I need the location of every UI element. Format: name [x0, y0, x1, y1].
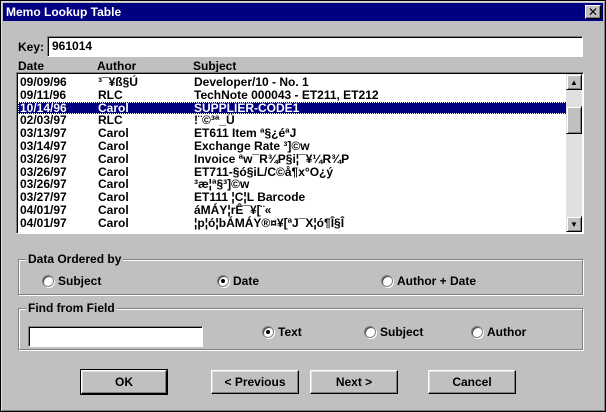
find-input[interactable] [28, 326, 203, 347]
find-radio-text[interactable]: Text [262, 325, 302, 339]
memo-row[interactable]: 09/09/96 ³¯¥ß§Ú Developer/10 - No. 1 [18, 76, 567, 89]
key-input[interactable]: 961014 [47, 36, 583, 57]
arrow-down-icon: ▼ [570, 219, 578, 229]
order-radio-subject[interactable]: Subject [42, 274, 101, 288]
find-radio-author[interactable]: Author [471, 325, 526, 339]
memo-row-subject: ¦p¦ó¦bÁMÁY®¤¥[ªJ¯X¦ó¶Î§Î [194, 215, 345, 230]
find-radio-subject[interactable]: Subject [364, 325, 423, 339]
memo-row-date: 09/09/96 [20, 75, 67, 89]
column-header-subject: Subject [193, 59, 237, 73]
window-title: Memo Lookup Table [6, 5, 122, 19]
title-bar: Memo Lookup Table ✕ [3, 3, 603, 21]
radio-button-icon [381, 275, 393, 287]
next-button[interactable]: Next > [310, 370, 398, 394]
find-radio-author-label: Author [487, 325, 527, 339]
order-radio-author-date-label: Author + Date [397, 274, 477, 288]
memo-row-author: ³¯¥ß§Ú [98, 75, 138, 89]
memo-row-author: Carol [98, 215, 129, 230]
previous-button[interactable]: < Previous [211, 370, 299, 394]
memo-row-subject: áMÁY¦rÊ¯¥[¨« [194, 202, 272, 217]
radio-button-icon [42, 275, 54, 287]
memo-row-author: Carol [98, 202, 129, 217]
radio-button-checked-icon [262, 326, 274, 338]
vertical-scrollbar[interactable]: ▲ ▼ [566, 74, 582, 232]
order-radio-subject-label: Subject [58, 274, 102, 288]
memo-row[interactable]: 04/01/97 Carol ¦p¦ó¦bÁMÁY®¤¥[ªJ¯X¦ó¶Î§Î [18, 215, 567, 230]
order-radio-date-label: Date [233, 274, 260, 288]
memo-listbox[interactable]: 09/09/96 ³¯¥ß§Ú Developer/10 - No. 1 09/11/… [16, 72, 584, 234]
memo-row-date: 04/01/97 [20, 215, 67, 230]
memo-row[interactable]: 03/14/97 Carol Exchange Rate ³]©w [18, 140, 567, 153]
radio-button-checked-icon [217, 275, 229, 287]
find-from-field-title: Find from Field [26, 301, 117, 315]
memo-row-date: 04/01/97 [20, 202, 67, 217]
memo-row[interactable]: 03/26/97 Carol Invoice ªw¯R¾P§i¦¯¥¼R¾P [18, 151, 567, 166]
find-from-field-group: Find from Field Text Subject Author [18, 301, 583, 350]
memo-row-author: RLC [98, 87, 123, 102]
close-button[interactable]: ✕ [585, 5, 601, 19]
key-label: Key: [18, 40, 45, 54]
memo-row-subject: Exchange Rate ³]©w [194, 138, 310, 153]
order-radio-date[interactable]: Date [217, 274, 259, 288]
find-radio-text-label: Text [278, 325, 302, 339]
data-ordered-by-title: Data Ordered by [26, 252, 124, 266]
memo-row-date: 03/26/97 [20, 151, 67, 166]
memo-row-subject: Invoice ªw¯R¾P§i¦¯¥¼R¾P [194, 151, 350, 166]
column-header-date: Date [18, 59, 45, 73]
find-radio-subject-label: Subject [380, 325, 424, 339]
scroll-up-button[interactable]: ▲ [566, 74, 582, 90]
scroll-thumb[interactable] [566, 106, 582, 134]
memo-row[interactable]: 04/01/97 Carol áMÁY¦rÊ¯¥[¨« [18, 204, 567, 217]
order-radio-author-date[interactable]: Author + Date [381, 274, 476, 288]
memo-row-subject: TechNote 000043 - ET211, ET212 [194, 87, 379, 102]
radio-button-icon [364, 326, 376, 338]
close-icon: ✕ [587, 5, 599, 19]
data-ordered-by-group: Data Ordered by Subject Date Author + Da… [18, 252, 583, 295]
radio-button-icon [471, 326, 483, 338]
column-header-author: Author [97, 59, 137, 73]
memo-row-subject: Developer/10 - No. 1 [194, 75, 309, 89]
memo-row-author: Carol [98, 151, 129, 166]
memo-row-author: Carol [98, 138, 129, 153]
memo-row-date: 09/11/96 [20, 87, 67, 102]
arrow-up-icon: ▲ [570, 77, 578, 87]
ok-button[interactable]: OK [80, 369, 168, 395]
memo-lookup-dialog: Memo Lookup Table ✕ Key: 961014 Date Aut… [0, 0, 606, 412]
memo-row[interactable]: 09/11/96 RLC TechNote 000043 - ET211, ET21… [18, 87, 567, 102]
scroll-down-button[interactable]: ▼ [566, 216, 582, 232]
memo-rows: 09/09/96 ³¯¥ß§Ú Developer/10 - No. 1 09/11/… [18, 76, 567, 230]
cancel-button[interactable]: Cancel [428, 370, 516, 394]
memo-row-date: 03/14/97 [20, 138, 67, 153]
